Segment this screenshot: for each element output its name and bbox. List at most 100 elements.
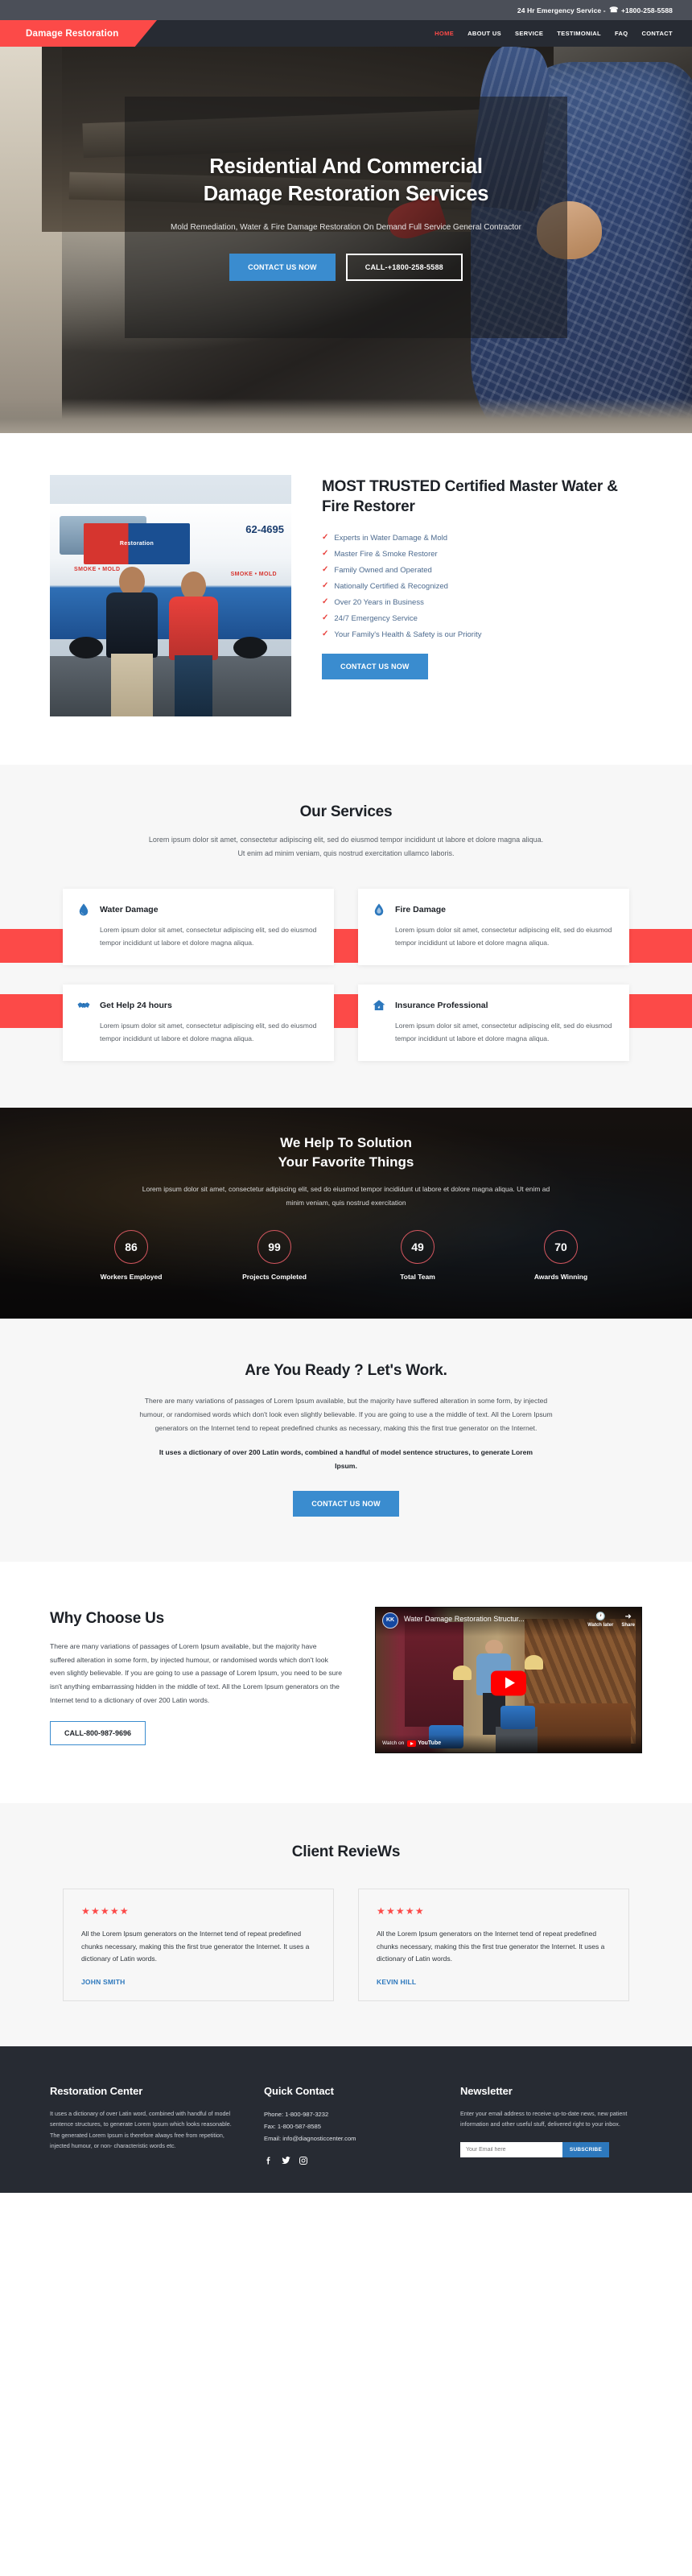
ready-paragraph: There are many variations of passages of… (139, 1397, 553, 1432)
ready-cta-section: Are You Ready ? Let's Work. There are ma… (0, 1319, 692, 1562)
youtube-logo-box (407, 1740, 417, 1747)
photo-person-left-shirt (106, 592, 158, 658)
service-card-header: Water Damage (76, 902, 318, 917)
hero-content-overlay: Residential And Commercial Damage Restor… (125, 97, 567, 338)
check-icon: ✓ (322, 581, 329, 591)
twitter-icon[interactable] (281, 2155, 291, 2167)
trusted-bullet-label: Over 20 Years in Business (334, 597, 424, 607)
service-card-body: Lorem ipsum dolor sit amet, consectetur … (100, 1022, 317, 1042)
newsletter-email-input[interactable] (460, 2141, 562, 2157)
play-button-icon[interactable] (491, 1670, 526, 1695)
hero-title: Residential And Commercial Damage Restor… (204, 154, 489, 207)
hero-contact-us-button[interactable]: CONTACT US NOW (229, 253, 336, 281)
service-card-fire-damage[interactable]: Fire Damage Lorem ipsum dolor sit amet, … (358, 889, 629, 966)
trusted-bullet-list: ✓ Experts in Water Damage & Mold ✓ Maste… (322, 530, 642, 642)
service-card-body: Lorem ipsum dolor sit amet, consectetur … (395, 926, 612, 947)
site-logo[interactable]: Damage Restoration (0, 20, 157, 47)
emergency-phone-number[interactable]: +1800-258-5588 (621, 6, 673, 14)
review-card: ★★★★★ All the Lorem Ipsum generators on … (358, 1888, 629, 2002)
trusted-bullet-item: ✓ Master Fire & Smoke Restorer (322, 546, 642, 562)
hero-call-button[interactable]: CALL-+1800-258-5588 (345, 253, 463, 281)
services-card-grid: Water Damage Lorem ipsum dolor sit amet,… (0, 889, 692, 1062)
nav-item-service[interactable]: SERVICE (515, 30, 543, 37)
ready-contact-us-button[interactable]: CONTACT US NOW (293, 1490, 399, 1517)
hero-section: Residential And Commercial Damage Restor… (0, 47, 692, 433)
phone-icon: ☎ (608, 6, 618, 14)
share-arrow-icon: ➜ (624, 1612, 632, 1621)
photo-van-wheel-left (69, 637, 103, 658)
stats-title: We Help To Solution Your Favorite Things (0, 1133, 692, 1172)
youtube-logo-icon[interactable]: YouTube (407, 1740, 441, 1747)
video-top-overlay: KK Water Damage Restoration Structur... … (376, 1607, 641, 1637)
trusted-bullet-label: Experts in Water Damage & Mold (334, 533, 448, 543)
check-icon: ✓ (322, 597, 329, 607)
photo-van-wheel-right (233, 637, 267, 658)
service-card-water-damage[interactable]: Water Damage Lorem ipsum dolor sit amet,… (63, 889, 334, 966)
trusted-content: MOST TRUSTED Certified Master Water & Fi… (322, 475, 642, 680)
service-card-title: Insurance Professional (395, 1001, 488, 1011)
footer-about-title: Restoration Center (50, 2085, 143, 2098)
hero-title-line-2: Damage Restoration Services (203, 182, 489, 205)
trusted-bullet-item: ✓ Experts in Water Damage & Mold (322, 530, 642, 546)
emergency-label: 24 Hr Emergency Service - (517, 6, 606, 14)
facebook-icon[interactable] (264, 2156, 274, 2167)
nav-item-testimonial[interactable]: TESTIMONIAL (557, 30, 601, 37)
service-card-insurance-professional[interactable]: Insurance Professional Lorem ipsum dolor… (358, 985, 629, 1062)
service-card-header: Insurance Professional (372, 998, 613, 1013)
stats-counter-row: 86 Workers Employed 99 Projects Complete… (0, 1229, 692, 1281)
footer-contact-details: Phone: 1-800-987-3232 Fax: 1-800-587-858… (264, 2109, 433, 2145)
top-bar: 24 Hr Emergency Service - ☎ +1800-258-55… (0, 0, 692, 20)
client-reviews-section: Client RevieWs ★★★★★ All the Lorem Ipsum… (0, 1802, 692, 2047)
stat-workers-employed: 86 Workers Employed (92, 1229, 171, 1281)
footer-email[interactable]: Email: info@diagnosticcenter.com (264, 2133, 433, 2145)
watch-later-button[interactable]: 🕐 Watch later (587, 1612, 613, 1628)
main-navbar: Damage Restoration HOME ABOUT US SERVICE… (0, 20, 692, 47)
services-subtitle: Lorem ipsum dolor sit amet, consectetur … (148, 836, 544, 857)
rating-stars-icon: ★★★★★ (377, 1905, 425, 1917)
nav-item-faq[interactable]: FAQ (615, 30, 628, 37)
photo-van-logo: Restoration (84, 523, 190, 564)
service-card-header: Get Help 24 hours (76, 998, 318, 1013)
service-card-title: Get Help 24 hours (100, 1001, 172, 1011)
trusted-bullet-item: ✓ Family Owned and Operated (322, 562, 642, 578)
photo-van-tagline-secondary: SMOKE • MOLD (230, 572, 277, 577)
trusted-bullet-item: ✓ Your Family's Health & Safety is our P… (322, 626, 642, 642)
stat-label: Workers Employed (100, 1272, 163, 1281)
trusted-bullet-item: ✓ Nationally Certified & Recognized (322, 578, 642, 594)
nav-item-about-us[interactable]: ABOUT US (468, 30, 501, 37)
stat-value: 70 (544, 1229, 578, 1264)
video-thumb-air-mover-right (500, 1706, 535, 1730)
instagram-icon[interactable] (299, 2156, 308, 2167)
trusted-bullet-label: Master Fire & Smoke Restorer (334, 549, 438, 559)
handshake-icon (76, 998, 91, 1013)
newsletter-subscribe-button[interactable]: SUBSCRIBE (562, 2141, 609, 2157)
stats-subtitle: Lorem ipsum dolor sit amet, consectetur … (142, 1185, 550, 1207)
stats-content: We Help To Solution Your Favorite Things… (0, 1108, 692, 1281)
house-shield-icon (372, 998, 386, 1013)
services-title: Our Services (299, 803, 393, 820)
channel-avatar-icon[interactable]: KK (382, 1612, 398, 1629)
check-icon: ✓ (322, 613, 329, 623)
trusted-section: Restoration 62-4695 SMOKE • MOLD SMOKE •… (0, 433, 692, 765)
service-card-get-help-24-hours[interactable]: Get Help 24 hours Lorem ipsum dolor sit … (63, 985, 334, 1062)
stat-label: Awards Winning (533, 1272, 588, 1281)
trusted-team-photo: Restoration 62-4695 SMOKE • MOLD SMOKE •… (50, 475, 291, 716)
nav-item-contact[interactable]: CONTACT (641, 30, 673, 37)
stats-title-line-1: We Help To Solution (280, 1135, 412, 1151)
footer-about-text: It uses a dictionary of over Latin word,… (50, 2110, 232, 2149)
why-choose-us-title: Why Choose Us (50, 1609, 165, 1627)
service-card-title: Water Damage (100, 905, 159, 915)
youtube-video-player[interactable]: KK Water Damage Restoration Structur... … (375, 1606, 642, 1753)
why-call-button[interactable]: CALL-800-987-9696 (50, 1720, 146, 1745)
photo-person-right-pants (175, 655, 212, 716)
play-triangle (505, 1677, 515, 1689)
services-section: Our Services Lorem ipsum dolor sit amet,… (0, 765, 692, 1108)
share-button[interactable]: ➜ Share (621, 1612, 635, 1628)
hero-title-line-1: Residential And Commercial (209, 155, 483, 179)
nav-links: HOME ABOUT US SERVICE TESTIMONIAL FAQ CO… (435, 30, 692, 37)
fire-drop-icon (372, 902, 386, 917)
video-title[interactable]: Water Damage Restoration Structur... (404, 1615, 582, 1623)
trusted-contact-us-button[interactable]: CONTACT US NOW (322, 654, 428, 680)
nav-item-home[interactable]: HOME (435, 30, 454, 37)
trusted-bullet-item: ✓ Over 20 Years in Business (322, 594, 642, 610)
